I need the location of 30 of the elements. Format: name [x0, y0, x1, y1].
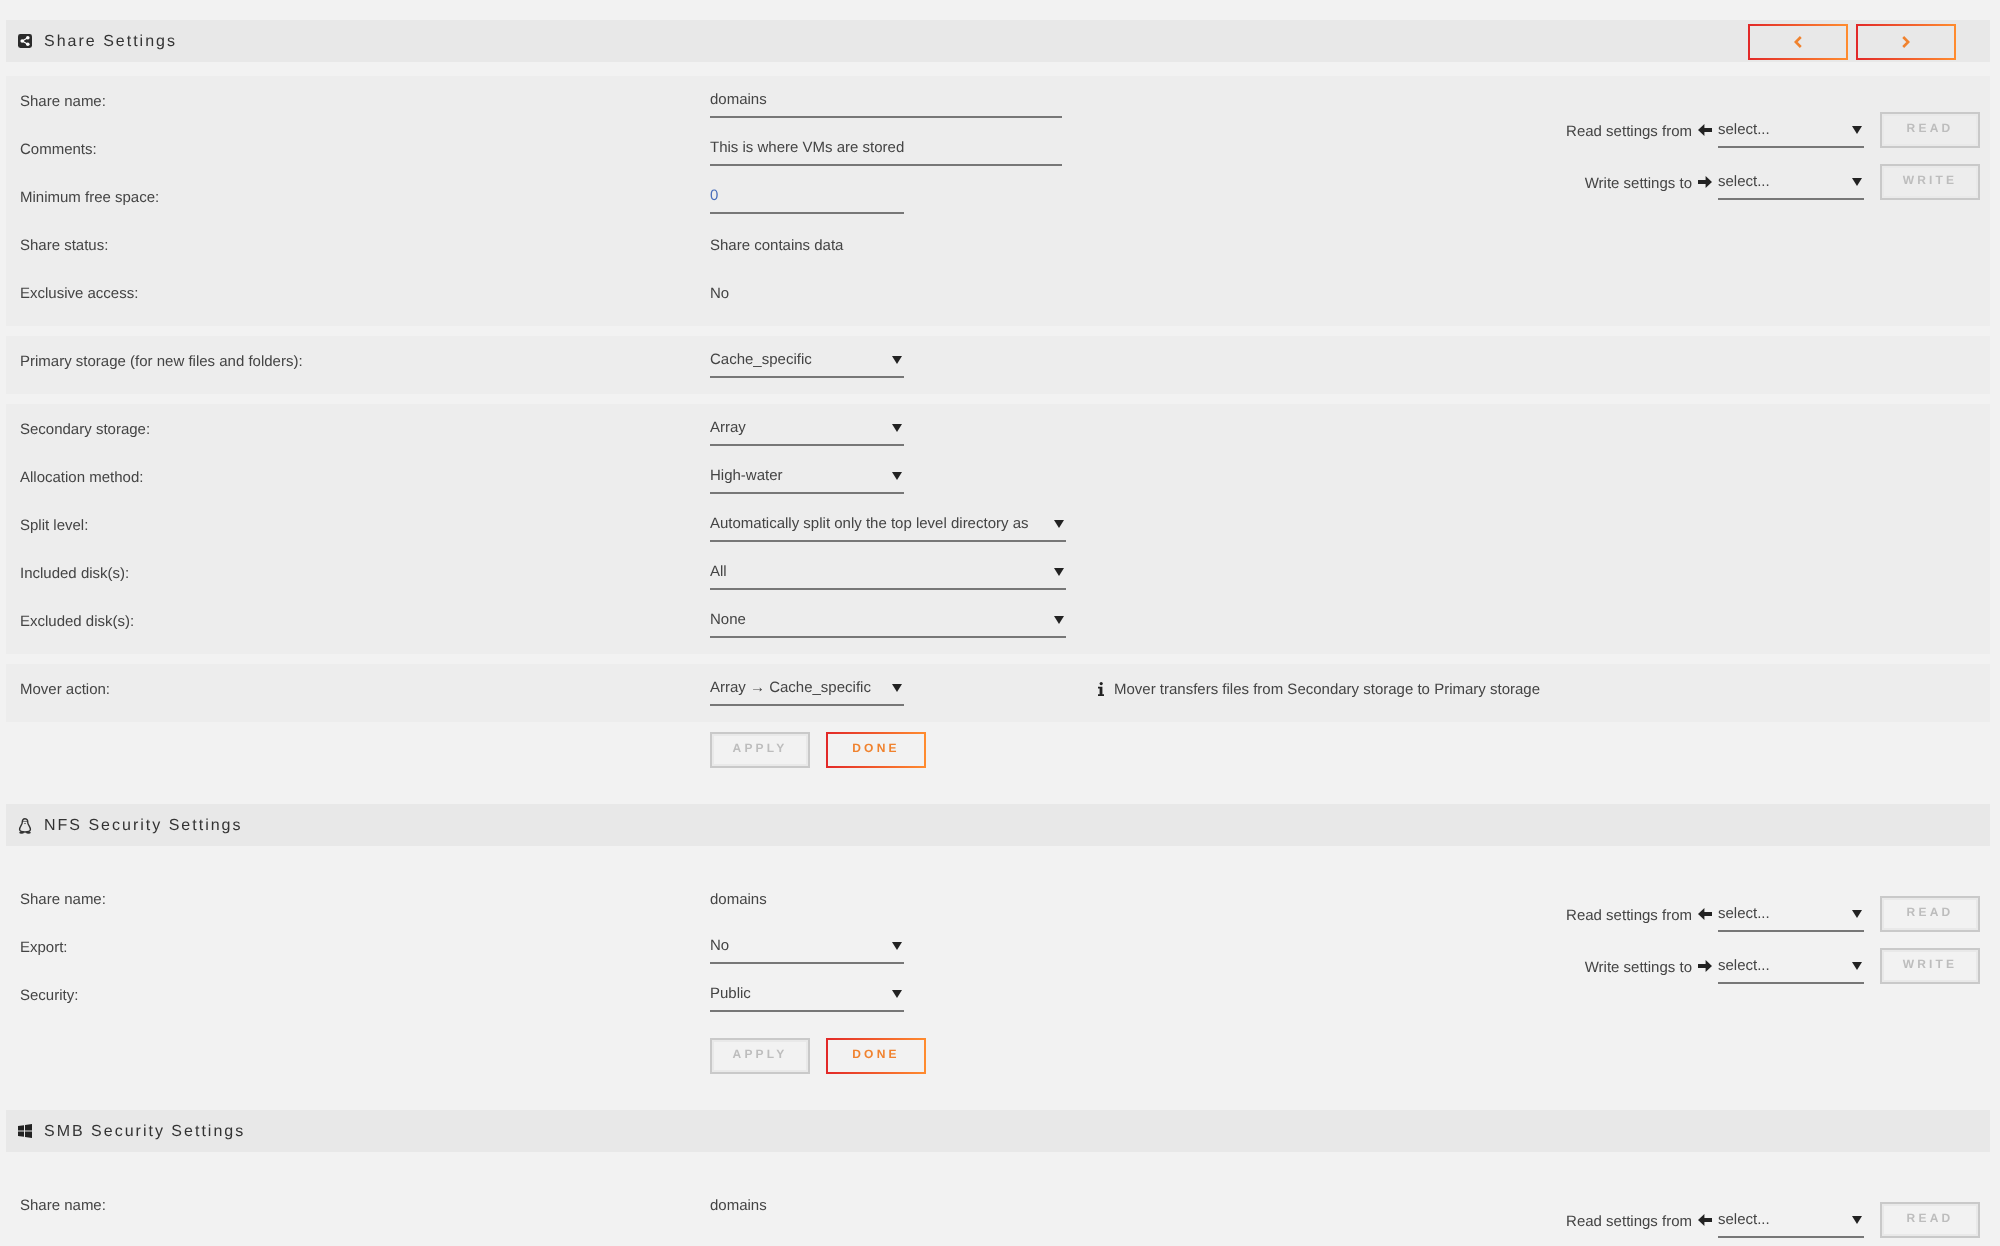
caret-icon [892, 941, 902, 949]
caret-icon [1054, 615, 1064, 623]
caret-icon [1852, 177, 1862, 185]
caret-icon [892, 683, 902, 691]
arrow-left-icon [1698, 908, 1712, 920]
next-button[interactable] [1856, 23, 1956, 59]
arrow-right-icon [1698, 176, 1712, 188]
section-title: SMB Security Settings [44, 1121, 246, 1141]
caret-icon [1852, 909, 1862, 917]
share-icon [18, 34, 32, 48]
section-title: Share Settings [44, 31, 177, 51]
caret-icon [1054, 567, 1064, 575]
arrow-left-icon [1698, 124, 1712, 136]
caret-icon [892, 423, 902, 431]
window-panes-icon [18, 1124, 32, 1138]
arrow-left-icon [1698, 1214, 1712, 1226]
caret-icon [892, 355, 902, 363]
chevron-right-icon [1902, 35, 1910, 47]
caret-icon [1054, 519, 1064, 527]
section-title: NFS Security Settings [44, 815, 243, 835]
caret-icon [892, 471, 902, 479]
caret-icon [1852, 1215, 1862, 1223]
chevron-left-icon [1794, 35, 1802, 47]
penguin-icon [18, 817, 32, 833]
caret-icon [1852, 961, 1862, 969]
previous-button[interactable] [1748, 23, 1848, 59]
arrow-right-icon [1698, 960, 1712, 972]
caret-icon [1852, 125, 1862, 133]
caret-icon [892, 989, 902, 997]
info-icon [1098, 681, 1104, 695]
